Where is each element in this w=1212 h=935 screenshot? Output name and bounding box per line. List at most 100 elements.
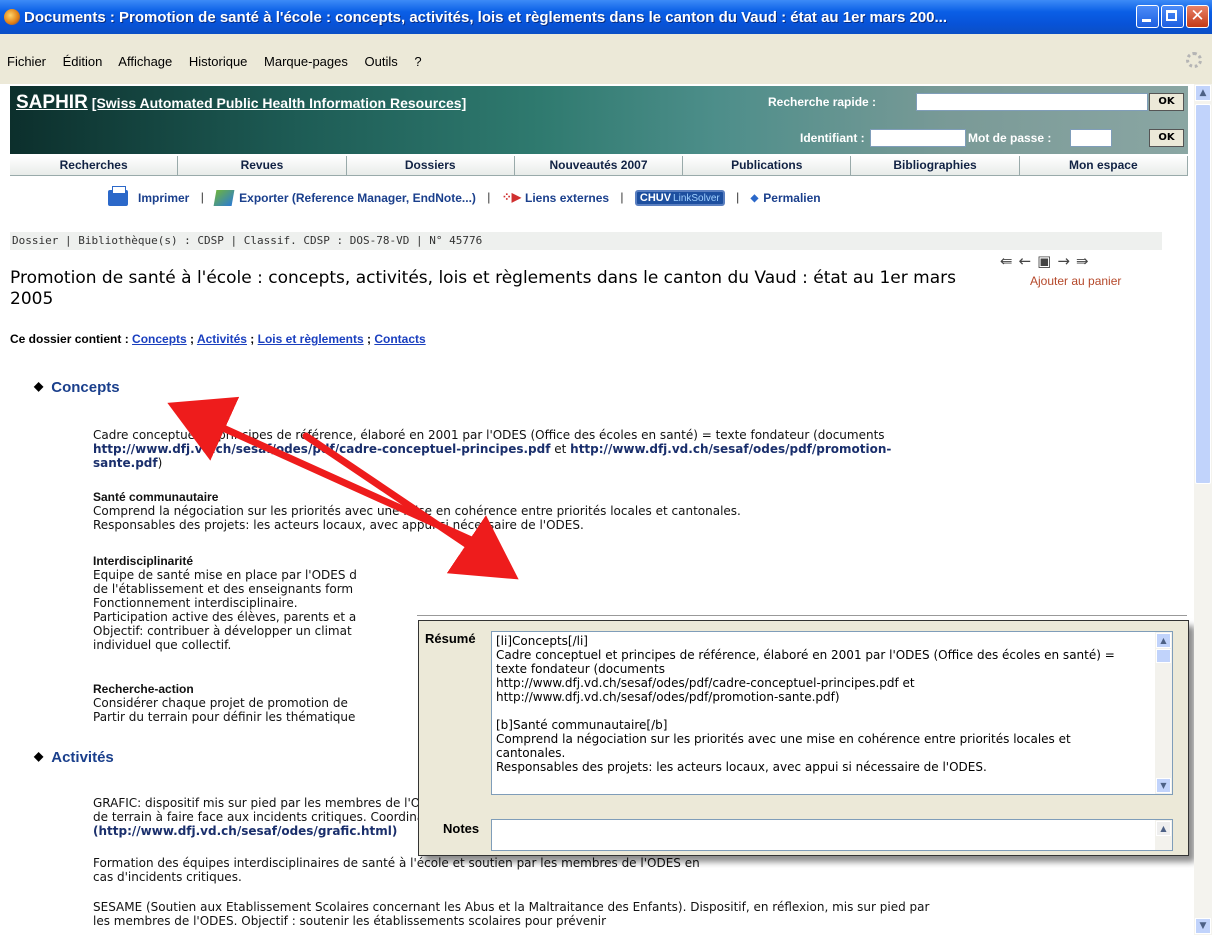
nav-nouveautes[interactable]: Nouveautés 2007: [514, 156, 684, 175]
scroll-down-icon[interactable]: ▼: [1195, 918, 1211, 934]
menu-help[interactable]: ?: [414, 54, 421, 69]
saphir-banner: SAPHIR [Swiss Automated Public Health Inf…: [10, 86, 1188, 154]
chuv-label: CHUV: [639, 192, 672, 205]
menu-edition[interactable]: Édition: [63, 54, 103, 69]
close-button[interactable]: ✕: [1186, 5, 1209, 28]
text-line: Objectif: contribuer à développer un cli…: [93, 624, 352, 638]
quick-search-input[interactable]: [916, 93, 1148, 111]
concepts-close-paren: ): [157, 456, 163, 470]
brand-name[interactable]: SAPHIR: [16, 92, 88, 113]
quick-search-label: Recherche rapide :: [768, 95, 877, 109]
loading-throbber-icon: [1186, 52, 1202, 68]
first-record-icon[interactable]: ⇚: [1000, 252, 1019, 270]
concepts-url-1[interactable]: http://www.dfj.vd.ch/sesaf/odes/pdf/cadr…: [93, 442, 550, 456]
link-concepts[interactable]: Concepts: [132, 332, 187, 346]
title-bar: Documents : Promotion de santé à l'école…: [0, 0, 1212, 34]
toolbar-separator: |: [487, 190, 491, 205]
password-input[interactable]: [1070, 129, 1112, 147]
section-concepts-heading: ◆ Concepts: [34, 379, 120, 396]
popup-top-rule: [417, 615, 1187, 619]
text-line: Considérer chaque projet de promotion de: [93, 696, 348, 710]
printer-icon[interactable]: [108, 186, 128, 206]
nav-mon-espace[interactable]: Mon espace: [1019, 156, 1188, 175]
activites-paragraph-2: Formation des équipes interdisciplinaire…: [93, 856, 700, 884]
maximize-button[interactable]: [1161, 5, 1184, 28]
minimize-icon: [1142, 19, 1151, 22]
scroll-up-icon[interactable]: ▲: [1156, 633, 1171, 648]
resume-scrollbar[interactable]: ▲ ▼: [1155, 632, 1172, 794]
linksolver-label: LinkSolver: [673, 193, 720, 205]
next-record-icon[interactable]: →: [1057, 252, 1076, 270]
minimize-button[interactable]: [1136, 5, 1159, 28]
breadcrumb: Dossier | Bibliothèque(s) : CDSP | Class…: [10, 232, 1162, 250]
concepts-paragraph-4: Recherche-action Considérer chaque proje…: [93, 682, 423, 724]
menu-outils[interactable]: Outils: [365, 54, 398, 69]
toolbar-separator: |: [620, 190, 624, 205]
link-contacts[interactable]: Contacts: [374, 332, 425, 346]
login-ok-button[interactable]: OK: [1149, 129, 1184, 147]
concepts-paragraph-1: Cadre conceptuel et principes de référen…: [93, 428, 933, 470]
link-separator: ;: [246, 332, 258, 346]
resume-text: [li]Concepts[/li] Cadre conceptuel et pr…: [496, 634, 1115, 774]
menu-marque-pages[interactable]: Marque-pages: [264, 54, 348, 69]
id-input[interactable]: [870, 129, 966, 147]
link-activites[interactable]: Activités: [197, 332, 247, 346]
section-activites-title: Activités: [51, 749, 114, 766]
concepts-text: Cadre conceptuel et principes de référen…: [93, 428, 885, 442]
last-record-icon[interactable]: ⇛: [1076, 252, 1095, 270]
text-line: Fonctionnement interdisciplinaire.: [93, 596, 298, 610]
annotation-popup: Résumé [li]Concepts[/li] Cadre conceptue…: [417, 615, 1189, 856]
list-icon[interactable]: ▣: [1037, 252, 1057, 270]
menu-historique[interactable]: Historique: [189, 54, 248, 69]
quick-search-ok-button[interactable]: OK: [1149, 93, 1184, 111]
nav-publications[interactable]: Publications: [683, 156, 852, 175]
scroll-up-icon[interactable]: ▲: [1195, 85, 1211, 101]
nav-bibliographies[interactable]: Bibliographies: [851, 156, 1020, 175]
notes-label: Notes: [443, 821, 480, 836]
text-line: Equipe de santé mise en place par l'ODES…: [93, 568, 357, 582]
previous-record-icon[interactable]: ←: [1019, 252, 1038, 270]
export-link[interactable]: Exporter (Reference Manager, EndNote...): [239, 191, 476, 205]
page-title: Promotion de santé à l'école : concepts,…: [10, 268, 956, 309]
nav-dossiers[interactable]: Dossiers: [346, 156, 515, 175]
subheading-sante-communautaire: Santé communautaire: [93, 490, 219, 504]
brand-subtitle[interactable]: [Swiss Automated Public Health Informati…: [92, 95, 466, 111]
scroll-up-icon[interactable]: ▲: [1156, 821, 1171, 836]
link-separator: ;: [186, 332, 197, 346]
page-scrollbar[interactable]: ▲ ▼: [1194, 84, 1212, 935]
menu-affichage[interactable]: Affichage: [118, 54, 172, 69]
permalink-link[interactable]: Permalien: [763, 191, 820, 205]
maximize-icon: [1166, 10, 1177, 21]
main-nav: Recherches Revues Dossiers Nouveautés 20…: [10, 156, 1188, 176]
concepts-paragraph-3: Interdisciplinarité Equipe de santé mise…: [93, 554, 423, 652]
print-link[interactable]: Imprimer: [138, 191, 189, 205]
external-links-link[interactable]: Liens externes: [525, 191, 609, 205]
notes-scrollbar[interactable]: ▲: [1155, 820, 1172, 850]
external-links-icon[interactable]: ⁘▶: [502, 190, 521, 204]
scroll-down-icon[interactable]: ▼: [1156, 778, 1171, 793]
nav-revues[interactable]: Revues: [178, 156, 347, 175]
add-to-cart-link[interactable]: Ajouter au panier: [1030, 274, 1121, 288]
scroll-thumb[interactable]: [1156, 649, 1171, 663]
link-lois[interactable]: Lois et règlements: [258, 332, 364, 346]
resume-textarea[interactable]: [li]Concepts[/li] Cadre conceptuel et pr…: [491, 631, 1173, 795]
bullet-icon: ◆: [34, 379, 44, 393]
export-icon[interactable]: [213, 190, 235, 206]
toolbar-separator: |: [736, 190, 740, 205]
activites-paragraph-3: SESAME (Soutien aux Etablissement Scolai…: [93, 900, 930, 928]
chuv-linksolver-button[interactable]: CHUV LinkSolver: [634, 190, 725, 207]
nav-recherches[interactable]: Recherches: [10, 156, 179, 175]
scroll-thumb[interactable]: [1195, 104, 1211, 484]
menu-fichier[interactable]: Fichier: [7, 54, 46, 69]
text-line: de l'établissement et des enseignants fo…: [93, 582, 354, 596]
contents-label: Ce dossier contient :: [10, 332, 129, 346]
notes-textarea[interactable]: ▲: [491, 819, 1173, 851]
password-label: Mot de passe :: [968, 131, 1052, 145]
firefox-icon: [4, 9, 20, 25]
text-line: Partir du terrain pour définir les théma…: [93, 710, 356, 724]
section-activites-heading: ◆ Activités: [34, 749, 114, 766]
record-navigation: ⇚←▣→⇛: [1000, 252, 1095, 270]
grafic-url[interactable]: (http://www.dfj.vd.ch/sesaf/odes/grafic.…: [93, 824, 397, 838]
page-viewport: SAPHIR [Swiss Automated Public Health Inf…: [0, 84, 1194, 935]
site-brand[interactable]: SAPHIR [Swiss Automated Public Health Inf…: [16, 92, 466, 114]
